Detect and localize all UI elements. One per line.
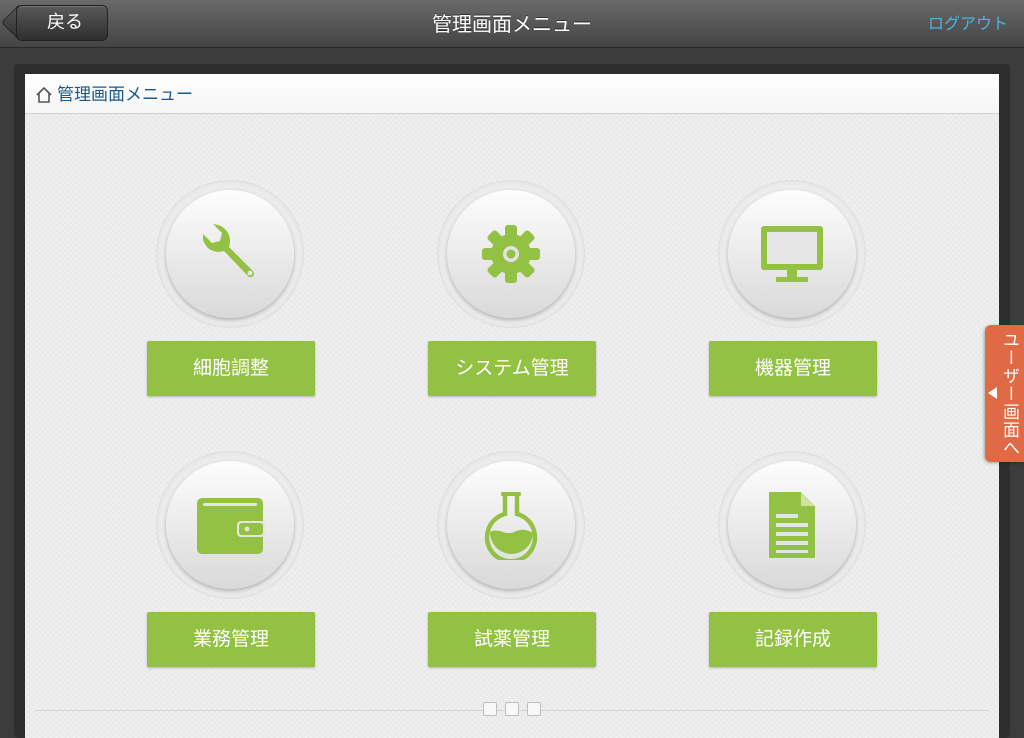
home-icon[interactable] bbox=[35, 86, 53, 104]
logout-link[interactable]: ログアウト bbox=[928, 12, 1008, 36]
menu-tile-cell-adjustment[interactable]: 細胞調整 bbox=[147, 181, 315, 401]
monitor-icon bbox=[761, 226, 823, 282]
business-management-button[interactable]: 業務管理 bbox=[147, 612, 315, 667]
back-button[interactable]: 戻る bbox=[16, 5, 108, 41]
main-panel: 管理画面メニュー 細胞調整 システム管理 機器管理 業務管理 試薬管理 記録作成 bbox=[25, 74, 999, 738]
pager-dot-2[interactable] bbox=[505, 702, 519, 716]
user-screen-tab-label: ユーザー画面へ bbox=[999, 331, 1019, 457]
wrench-icon bbox=[203, 224, 254, 278]
top-navigation-bar: 管理画面メニュー 戻る ログアウト bbox=[0, 0, 1024, 48]
record-creation-button[interactable]: 記録作成 bbox=[709, 612, 877, 667]
flask-icon bbox=[484, 492, 538, 560]
equipment-management-button[interactable]: 機器管理 bbox=[709, 341, 877, 396]
menu-tile-business-management[interactable]: 業務管理 bbox=[147, 452, 315, 672]
gear-icon bbox=[482, 225, 540, 283]
menu-icon-circle[interactable] bbox=[157, 181, 303, 327]
document-icon bbox=[769, 492, 815, 558]
cell-adjustment-button[interactable]: 細胞調整 bbox=[147, 341, 315, 396]
reagent-management-button[interactable]: 試薬管理 bbox=[428, 612, 596, 667]
pager-dot-1[interactable] bbox=[483, 702, 497, 716]
breadcrumb-label[interactable]: 管理画面メニュー bbox=[57, 74, 193, 116]
menu-tile-system-management[interactable]: システム管理 bbox=[428, 181, 596, 401]
menu-tile-reagent-management[interactable]: 試薬管理 bbox=[428, 452, 596, 672]
menu-icon-circle[interactable] bbox=[719, 452, 865, 598]
page-title: 管理画面メニュー bbox=[432, 12, 592, 36]
back-button-wrap: 戻る bbox=[0, 0, 120, 48]
user-screen-tab[interactable]: ユーザー画面へ bbox=[985, 325, 1024, 462]
menu-tile-equipment-management[interactable]: 機器管理 bbox=[709, 181, 877, 401]
menu-tile-record-creation[interactable]: 記録作成 bbox=[709, 452, 877, 672]
menu-icon-circle[interactable] bbox=[719, 181, 865, 327]
menu-icon-circle[interactable] bbox=[157, 452, 303, 598]
triangle-left-icon bbox=[988, 387, 997, 399]
system-management-button[interactable]: システム管理 bbox=[428, 341, 596, 396]
menu-icon-circle[interactable] bbox=[438, 181, 584, 327]
breadcrumb: 管理画面メニュー bbox=[25, 74, 999, 114]
menu-icon-circle[interactable] bbox=[438, 452, 584, 598]
pager-dot-3[interactable] bbox=[527, 702, 541, 716]
wallet-icon bbox=[197, 498, 265, 554]
